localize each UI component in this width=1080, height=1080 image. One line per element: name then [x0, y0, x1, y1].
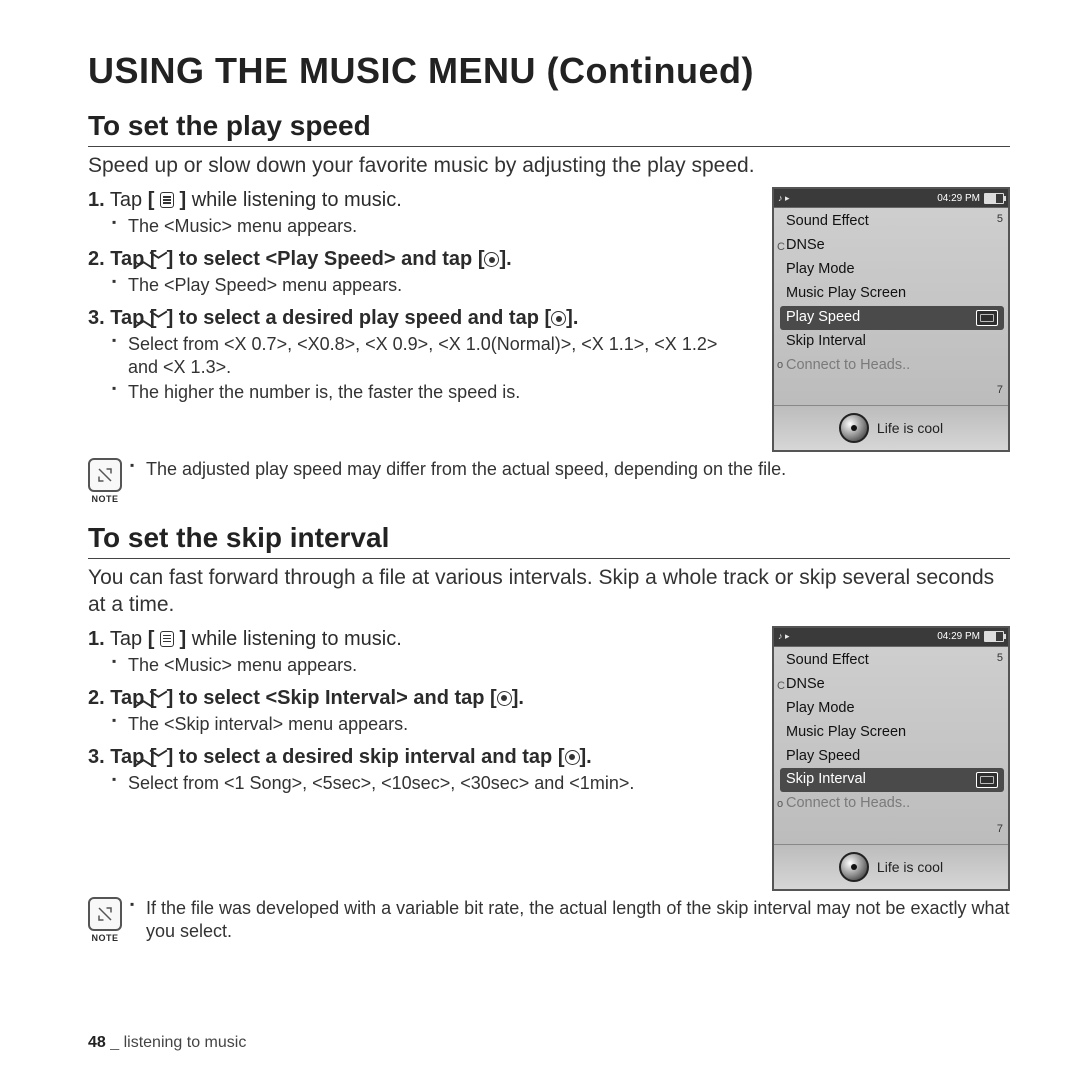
note-play-speed-text: The adjusted play speed may differ from … [130, 458, 1010, 481]
step-1-sub: The <Music> menu appears. [112, 654, 752, 677]
side-digit: 7 [997, 823, 1003, 835]
device-menu-item: Sound Effect [784, 210, 1002, 234]
note-label: NOTE [88, 933, 122, 943]
device-menu-item: DNSe [784, 234, 1002, 258]
device-menu: Sound EffectDNSePlay ModeMusic Play Scre… [774, 647, 1008, 817]
step-3-sub-a: Select from <X 0.7>, <X0.8>, <X 0.9>, <X… [112, 333, 752, 379]
device-menu: Sound EffectDNSePlay ModeMusic Play Scre… [774, 208, 1008, 378]
battery-icon [984, 631, 1004, 642]
section-play-speed-heading: To set the play speed [88, 110, 1010, 147]
battery-icon [984, 193, 1004, 204]
device-clock: 04:29 PM [937, 193, 980, 204]
side-digit: 7 [997, 384, 1003, 396]
ok-icon [497, 691, 512, 706]
note-icon [88, 897, 122, 931]
device-menu-item: Play Speed [780, 306, 1004, 330]
skip-interval-steps: 1. Tap [ ] while listening to music. The… [88, 626, 752, 795]
page-title: USING THE MUSIC MENU (Continued) [88, 50, 1010, 92]
side-glyph: o [777, 798, 783, 810]
note-icon [88, 458, 122, 492]
ok-icon [565, 750, 580, 765]
selection-icon [976, 772, 998, 788]
section-skip-interval-heading: To set the skip interval [88, 522, 1010, 559]
up-down-icon: ︿﹀ [157, 691, 167, 709]
device-track-title: Life is cool [877, 420, 943, 436]
side-glyph: C [777, 680, 785, 692]
device-menu-item: Skip Interval [780, 768, 1004, 792]
step-1: 1. Tap [ ] while listening to music. [112, 187, 752, 213]
step-2-sub: The <Play Speed> menu appears. [112, 274, 752, 297]
device-menu-item: Play Mode [784, 258, 1002, 282]
album-art-icon [839, 852, 869, 882]
page-number: 48 [88, 1034, 106, 1051]
step-3-sub-b: The higher the number is, the faster the… [112, 381, 752, 404]
note-play-speed: NOTE The adjusted play speed may differ … [88, 458, 1010, 504]
note-label: NOTE [88, 494, 122, 504]
note-skip-interval: NOTE If the file was developed with a va… [88, 897, 1010, 944]
device-menu-item: Sound Effect [784, 649, 1002, 673]
device-menu-item: Skip Interval [784, 330, 1002, 354]
device-menu-item: Connect to Heads.. [784, 792, 1002, 816]
device-menu-item: DNSe [784, 673, 1002, 697]
device-menu-item: Music Play Screen [784, 721, 1002, 745]
side-glyph: C [777, 241, 785, 253]
ok-icon [551, 311, 566, 326]
up-down-icon: ︿﹀ [157, 252, 167, 270]
selection-icon [976, 310, 998, 326]
step-1-sub: The <Music> menu appears. [112, 215, 752, 238]
device-track-title: Life is cool [877, 859, 943, 875]
play-indicator-icon: ♪ ▸ [778, 631, 790, 642]
section-play-speed-intro: Speed up or slow down your favorite musi… [88, 153, 1010, 179]
section-skip-interval-intro: You can fast forward through a file at v… [88, 565, 1010, 618]
device-screenshot-skip-interval: ♪ ▸ 04:29 PM 5 C o 7 Sound EffectDNSePla… [772, 626, 1010, 891]
step-2: 2. Tap [︿﹀] to select <Play Speed> and t… [112, 246, 752, 272]
play-speed-steps: 1. Tap [ ] while listening to music. The… [88, 187, 752, 404]
side-digit: 5 [997, 652, 1003, 664]
device-clock: 04:29 PM [937, 631, 980, 642]
step-3-sub-a: Select from <1 Song>, <5sec>, <10sec>, <… [112, 772, 752, 795]
album-art-icon [839, 413, 869, 443]
step-3: 3. Tap [︿﹀] to select a desired skip int… [112, 744, 752, 770]
page-section-label: listening to music [124, 1034, 247, 1051]
side-digit: 5 [997, 213, 1003, 225]
step-2: 2. Tap [︿﹀] to select <Skip Interval> an… [112, 685, 752, 711]
up-down-icon: ︿﹀ [157, 311, 167, 329]
device-screenshot-play-speed: ♪ ▸ 04:29 PM 5 C o 7 Sound EffectDNSePla… [772, 187, 1010, 452]
menu-icon [160, 192, 174, 208]
device-menu-item: Play Speed [784, 745, 1002, 769]
ok-icon [484, 252, 499, 267]
step-3: 3. Tap [︿﹀] to select a desired play spe… [112, 305, 752, 331]
up-down-icon: ︿﹀ [157, 750, 167, 768]
menu-icon [160, 631, 174, 647]
page-footer: 48 _ listening to music [88, 1034, 246, 1052]
step-1: 1. Tap [ ] while listening to music. [112, 626, 752, 652]
side-glyph: o [777, 359, 783, 371]
device-menu-item: Play Mode [784, 697, 1002, 721]
note-skip-interval-text: If the file was developed with a variabl… [130, 897, 1010, 944]
step-2-sub: The <Skip interval> menu appears. [112, 713, 752, 736]
device-menu-item: Connect to Heads.. [784, 354, 1002, 378]
device-menu-item: Music Play Screen [784, 282, 1002, 306]
play-indicator-icon: ♪ ▸ [778, 193, 790, 204]
